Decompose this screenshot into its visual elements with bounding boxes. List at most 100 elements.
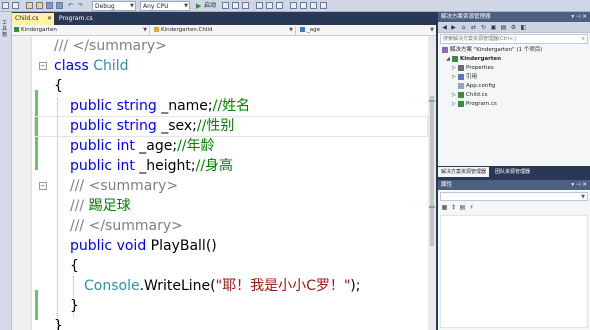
solution-config-dropdown[interactable]: Debug ▼ — [92, 1, 136, 11]
navigation-bar: Kindergarten ▼ Kindergarten.Child ▼ _age… — [12, 25, 436, 36]
tree-item-label: Child.cs — [466, 92, 488, 98]
refresh-icon[interactable]: ↻ — [480, 24, 487, 31]
save-all-icon[interactable] — [56, 2, 63, 9]
doc-slash: /// — [70, 198, 89, 214]
code-line[interactable]: public int _age;//年龄 — [70, 136, 215, 156]
collapse-icon[interactable]: − — [39, 62, 47, 70]
tab-child-cs[interactable]: Child.cs ✕ — [12, 13, 54, 25]
properties-icon[interactable]: ⚙ — [510, 24, 517, 31]
toolbar-tool-icon[interactable] — [320, 2, 327, 9]
toolbar-tool-icon[interactable] — [256, 2, 263, 9]
start-icon[interactable]: ▶ — [196, 1, 201, 11]
collapse-all-icon[interactable]: ▣ — [490, 24, 497, 31]
new-project-icon[interactable] — [26, 2, 33, 9]
code-line[interactable]: /// </summary> — [54, 36, 167, 56]
code-line[interactable]: { — [70, 256, 79, 276]
categorized-icon[interactable]: ▦ — [441, 204, 448, 211]
platform-value: Any CPU — [143, 3, 169, 10]
indicator-margin[interactable] — [12, 36, 32, 330]
toolbox-strip[interactable]: 工具箱 — [0, 12, 12, 330]
tree-item-program-cs[interactable]: ▷ Program.cs — [452, 100, 497, 109]
toolbar-tool-icon[interactable] — [300, 2, 307, 9]
code-line[interactable]: /// </summary> — [70, 216, 183, 236]
scrollbar-thumb[interactable] — [430, 96, 434, 246]
redo-icon[interactable]: ↷ — [78, 1, 83, 11]
chevron-down-icon[interactable]: ▾ — [571, 14, 574, 20]
pin-icon[interactable]: ⊣ — [576, 14, 581, 20]
keyword: public — [70, 98, 113, 114]
search-icon[interactable]: ⌕ — [582, 35, 585, 43]
toolbox-label[interactable]: 工具箱 — [2, 20, 10, 38]
toolbar-tool-icon[interactable] — [290, 2, 297, 9]
tree-item-label: 引用 — [466, 74, 478, 80]
class-name: Child — [88, 58, 129, 74]
code-line[interactable]: public void PlayBall() — [70, 236, 217, 256]
close-icon[interactable]: ✕ — [47, 13, 52, 25]
back-icon[interactable]: ◀ — [441, 24, 448, 31]
pin-icon[interactable]: ⊣ — [576, 182, 581, 188]
brace: { — [54, 78, 63, 94]
save-icon[interactable] — [46, 2, 53, 9]
string-literal: "耶！我是小小C罗！" — [215, 278, 351, 294]
sync-icon[interactable]: ⇄ — [470, 24, 477, 31]
properties-icon[interactable]: ▤ — [459, 204, 466, 211]
view-code-icon[interactable]: ◧ — [520, 24, 527, 31]
code-line[interactable]: /// 踢足球 — [70, 196, 131, 216]
tree-item-label: Properties — [466, 65, 494, 71]
tree-item-label: App.config — [466, 83, 496, 89]
tree-item-properties[interactable]: ▷ Properties — [452, 64, 494, 73]
tree-item-solution[interactable]: 解决方案 "Kindergarten" (1 个项目) — [442, 46, 542, 55]
code-line[interactable]: public int _height;//身高 — [70, 156, 233, 176]
config-file-icon — [458, 82, 464, 89]
toolbar-tool-icon[interactable] — [232, 2, 239, 9]
tree-item-app-config[interactable]: App.config — [458, 82, 495, 91]
member-dropdown[interactable]: _age ▼ — [298, 26, 436, 35]
toolbar-tool-icon[interactable] — [222, 2, 229, 9]
chevron-down-icon[interactable]: ▾ — [571, 182, 574, 188]
project-dropdown[interactable]: Kindergarten ▼ — [12, 26, 150, 35]
platform-dropdown[interactable]: Any CPU ▼ — [140, 1, 190, 11]
code-line[interactable]: Console.WriteLine("耶！我是小小C罗！"); — [84, 276, 360, 296]
close-icon[interactable]: ✕ — [582, 182, 587, 188]
properties-grid[interactable] — [440, 215, 588, 328]
tab-team-explorer[interactable]: 团队资源管理器 — [492, 167, 533, 177]
forward-icon[interactable] — [12, 2, 19, 9]
code-line[interactable]: public string _name;//姓名 — [70, 96, 250, 116]
close-icon[interactable]: ✕ — [582, 14, 587, 20]
code-line[interactable]: class Child — [54, 56, 129, 76]
main-toolbar: ↶ ↷ Debug ▼ Any CPU ▼ ▶ 启动 — [0, 0, 590, 12]
tree-item-references[interactable]: ▷ 引用 — [452, 73, 477, 82]
code-line[interactable]: } — [54, 316, 63, 330]
keyword: public — [70, 118, 113, 134]
tree-item-project[interactable]: ◢ Kindergarten — [446, 55, 501, 64]
toolbar-tool-icon[interactable] — [242, 2, 249, 9]
collapse-icon[interactable]: − — [39, 182, 47, 190]
solution-search-input[interactable]: 搜索解决方案资源管理器(Ctrl+;) ⌕ — [440, 34, 588, 44]
code-line[interactable]: { — [54, 76, 63, 96]
undo-icon[interactable]: ↶ — [68, 1, 73, 11]
code-editor[interactable]: − − /// </summary> class Child { public … — [12, 36, 428, 330]
start-button-label[interactable]: 启动 — [204, 1, 216, 11]
solution-explorer-title[interactable]: 解决方案资源管理器 ▾ ⊣ ✕ — [438, 12, 590, 22]
properties-object-dropdown[interactable]: ▼ — [440, 192, 588, 201]
tree-item-child-cs[interactable]: ▷ Child.cs — [452, 91, 488, 100]
alphabetical-icon[interactable]: ↕ — [450, 204, 457, 211]
events-icon[interactable]: ⚡ — [468, 204, 475, 211]
class-dropdown[interactable]: Kindergarten.Child ▼ — [152, 26, 296, 35]
show-all-files-icon[interactable]: ▤ — [500, 24, 507, 31]
tab-program-cs[interactable]: Program.cs — [56, 13, 100, 25]
toolbar-tool-icon[interactable] — [266, 2, 273, 9]
code-line[interactable]: public string _sex;//性别 — [70, 116, 234, 136]
code-line[interactable]: } — [70, 296, 79, 316]
toolbar-tool-icon[interactable] — [310, 2, 317, 9]
forward-icon[interactable]: ▶ — [450, 24, 457, 31]
open-icon[interactable] — [36, 2, 43, 9]
properties-title[interactable]: 属性 ▾ ⊣ ✕ — [438, 180, 590, 190]
back-icon[interactable] — [2, 2, 9, 9]
code-line[interactable]: /// <summary> — [70, 176, 178, 196]
tab-solution-explorer[interactable]: 解决方案资源管理器 — [438, 167, 490, 177]
editor-vertical-scrollbar[interactable] — [428, 36, 436, 330]
comment: //身高 — [195, 158, 234, 174]
toolbar-tool-icon[interactable] — [276, 2, 283, 9]
home-icon[interactable]: ⌂ — [460, 24, 467, 31]
